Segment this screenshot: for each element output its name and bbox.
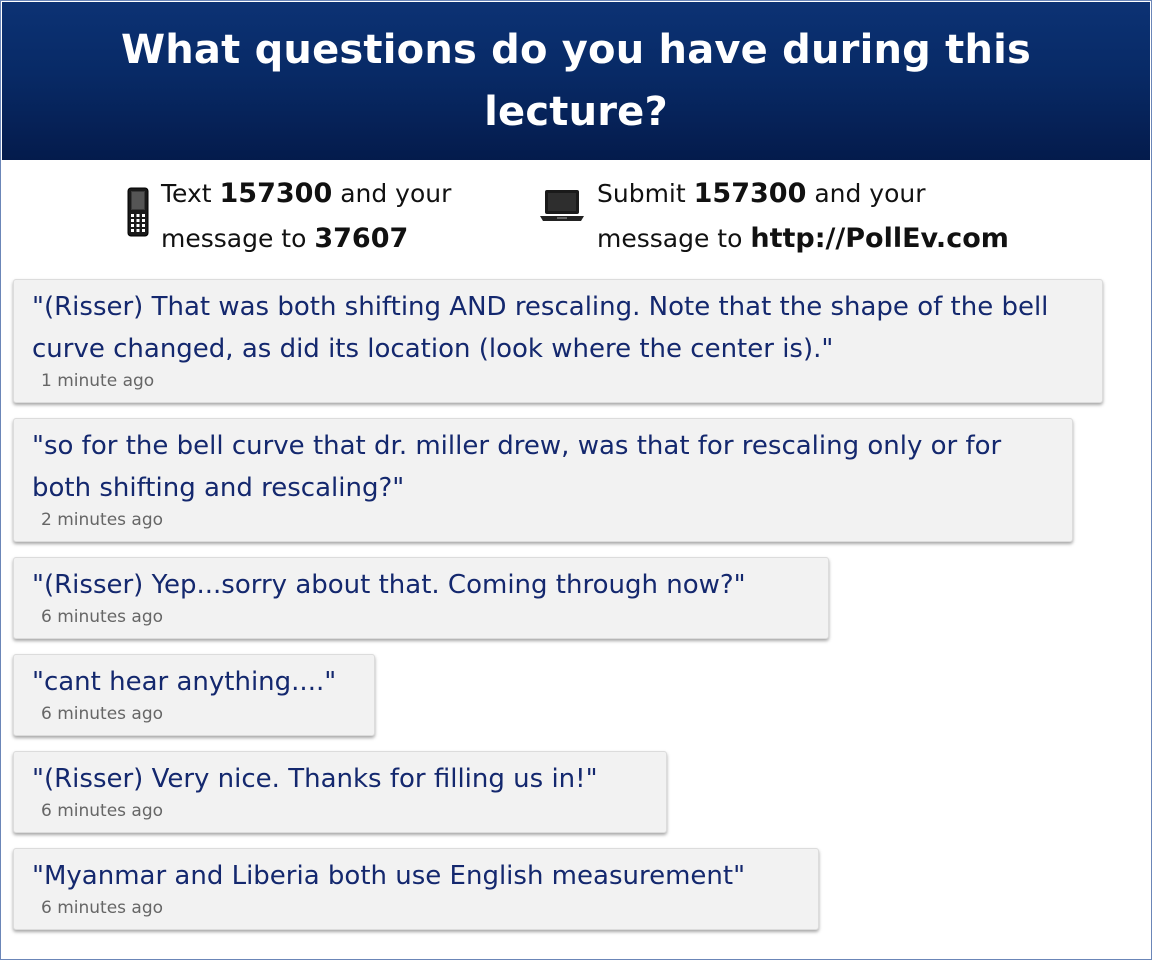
feed-item-time: 2 minutes ago — [41, 510, 164, 530]
feed-item-time: 6 minutes ago — [41, 704, 164, 724]
feed-item-message: "(Risser) Very nice. Thanks for filling … — [32, 764, 598, 794]
poll-window: What questions do you have during this l… — [0, 0, 1152, 960]
text-code: 157300 — [219, 178, 333, 209]
web-instruction-lines: Submit 157300 and your message to http:/… — [597, 171, 1009, 261]
feed-item-message: "so for the bell curve that dr. miller d… — [32, 431, 1002, 503]
web-instruction-line2: message to http://PollEv.com — [597, 223, 1009, 254]
web-instruction-line1: Submit 157300 and your — [597, 178, 926, 209]
feed-item-time: 1 minute ago — [41, 371, 155, 391]
feed-item[interactable]: "cant hear anything...." 6 minutes ago — [13, 654, 375, 736]
feed-item-message: "(Risser) Yep...sorry about that. Coming… — [32, 570, 746, 600]
feed-item[interactable]: "(Risser) Very nice. Thanks for filling … — [13, 751, 667, 833]
pollev-url[interactable]: http://PollEv.com — [750, 223, 1009, 254]
feed-item-message: "(Risser) That was both shifting AND res… — [32, 292, 1049, 364]
feed-item[interactable]: "(Risser) That was both shifting AND res… — [13, 279, 1103, 403]
feed-item-time: 6 minutes ago — [41, 607, 164, 627]
feed-item[interactable]: "so for the bell curve that dr. miller d… — [13, 418, 1073, 542]
response-instructions: Text 157300 and your message to 37607 Su… — [1, 171, 1151, 261]
sms-number: 37607 — [314, 223, 409, 254]
text-instruction-lines: Text 157300 and your message to 37607 — [161, 171, 451, 261]
laptop-icon — [539, 187, 585, 227]
header-banner: What questions do you have during this l… — [2, 2, 1150, 160]
feed-item-message: "Myanmar and Liberia both use English me… — [32, 861, 746, 891]
question-feed: "(Risser) That was both shifting AND res… — [13, 279, 1143, 945]
text-instruction-line2: message to 37607 — [161, 223, 409, 254]
feed-item-time: 6 minutes ago — [41, 898, 164, 918]
text-instructions: Text 157300 and your message to 37607 — [127, 171, 451, 261]
web-instructions: Submit 157300 and your message to http:/… — [539, 171, 1009, 261]
text-instruction-line1: Text 157300 and your — [161, 178, 452, 209]
feed-item[interactable]: "(Risser) Yep...sorry about that. Coming… — [13, 557, 829, 639]
feed-item-time: 6 minutes ago — [41, 801, 164, 821]
feed-item[interactable]: "Myanmar and Liberia both use English me… — [13, 848, 819, 930]
web-code: 157300 — [693, 178, 807, 209]
phone-icon — [127, 187, 149, 241]
feed-item-message: "cant hear anything...." — [32, 667, 337, 697]
page-title: What questions do you have during this l… — [120, 27, 1032, 135]
